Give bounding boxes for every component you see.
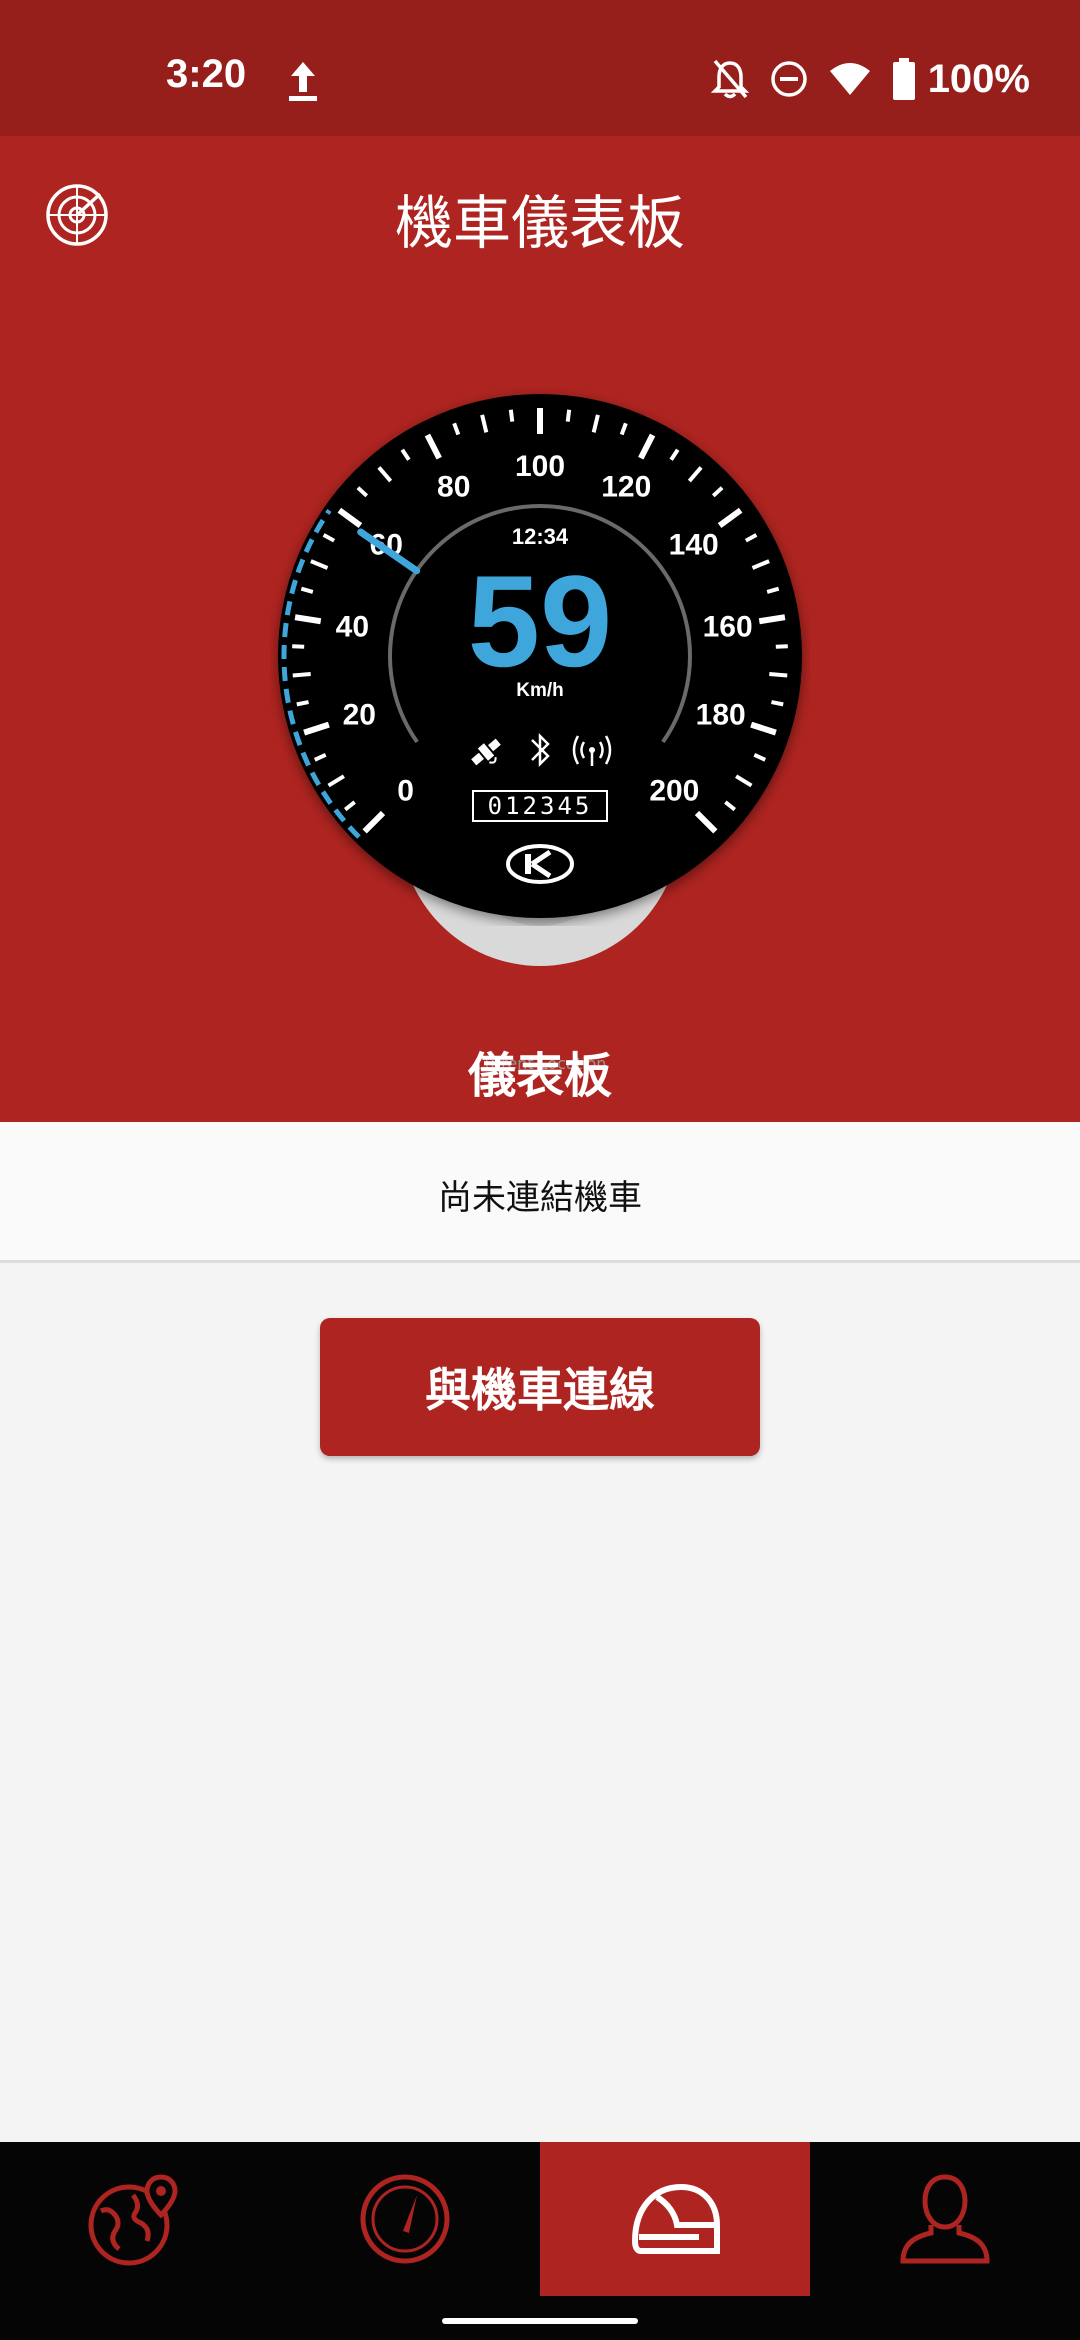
- gauge-scale-label: 200: [649, 774, 699, 807]
- connect-motorcycle-button[interactable]: 與機車連線: [320, 1318, 760, 1456]
- battery-icon: [892, 58, 915, 100]
- do-not-disturb-icon: [770, 61, 807, 97]
- gauge-scale-label: 20: [343, 699, 376, 732]
- globe-pin-icon: [88, 2174, 178, 2266]
- gauge-scale-label: 0: [397, 774, 414, 807]
- wifi-icon: [829, 63, 870, 95]
- gauge-scale-label: 120: [601, 471, 651, 504]
- speedometer-icon: [360, 2174, 450, 2264]
- gauge-scale-label: 80: [437, 471, 470, 504]
- gauge-tick: [758, 614, 786, 625]
- status-time: 3:20: [166, 52, 247, 96]
- bell-off-icon: [710, 59, 749, 99]
- gauge-tick: [565, 409, 572, 422]
- gauge-scale-label: 100: [515, 450, 565, 483]
- gauge-tick: [769, 672, 788, 678]
- gauge-tick: [296, 700, 309, 707]
- gauge-scale-label: 160: [703, 610, 753, 643]
- helmet-icon: [631, 2183, 720, 2254]
- speedometer-gauge: Current Location 0 20 40 60 80 100 120 140 160 18…: [270, 386, 810, 1073]
- gauge-tick: [294, 614, 322, 625]
- system-navigation-bar: [0, 2296, 1080, 2340]
- status-bar: 3:20 100%: [0, 0, 1080, 136]
- gauge-speed-unit: Km/h: [516, 680, 564, 701]
- gauge-scale-label: 140: [669, 528, 719, 561]
- nav-item-map[interactable]: [0, 2142, 270, 2296]
- home-indicator[interactable]: [442, 2318, 638, 2324]
- gauge-speed-value: 59: [468, 548, 613, 694]
- section-label: 儀表板: [467, 1048, 612, 1104]
- header: 機車儀表板 Current Location 0 20 40 60 80 100 120 14…: [0, 136, 1080, 1122]
- status-icons: 100%: [710, 54, 1030, 104]
- battery-percentage: 100%: [927, 56, 1030, 101]
- connection-status-text: 尚未連結機車: [438, 1178, 642, 1218]
- connection-status-row: 尚未連結機車: [0, 1122, 1080, 1263]
- nav-item-dashboard[interactable]: [270, 2142, 540, 2296]
- nav-item-vehicle[interactable]: [540, 2142, 810, 2296]
- gauge-clock: 12:34: [512, 524, 569, 549]
- gauge-tick: [771, 700, 784, 707]
- bottom-nav: [0, 2142, 1080, 2296]
- nav-item-profile[interactable]: [810, 2142, 1080, 2296]
- page-title: 機車儀表板: [394, 189, 685, 257]
- gauge-tick: [292, 672, 311, 678]
- odometer-value: 012345: [488, 792, 593, 820]
- person-icon: [900, 2174, 990, 2264]
- gauge-scale-label: 40: [336, 610, 369, 643]
- gauge-scale-label: 180: [696, 699, 746, 732]
- gauge-tick: [508, 409, 515, 422]
- gauge-dial: 020406080100120140160180200 12:34 59 Km/…: [278, 394, 802, 918]
- upload-icon: [289, 62, 317, 101]
